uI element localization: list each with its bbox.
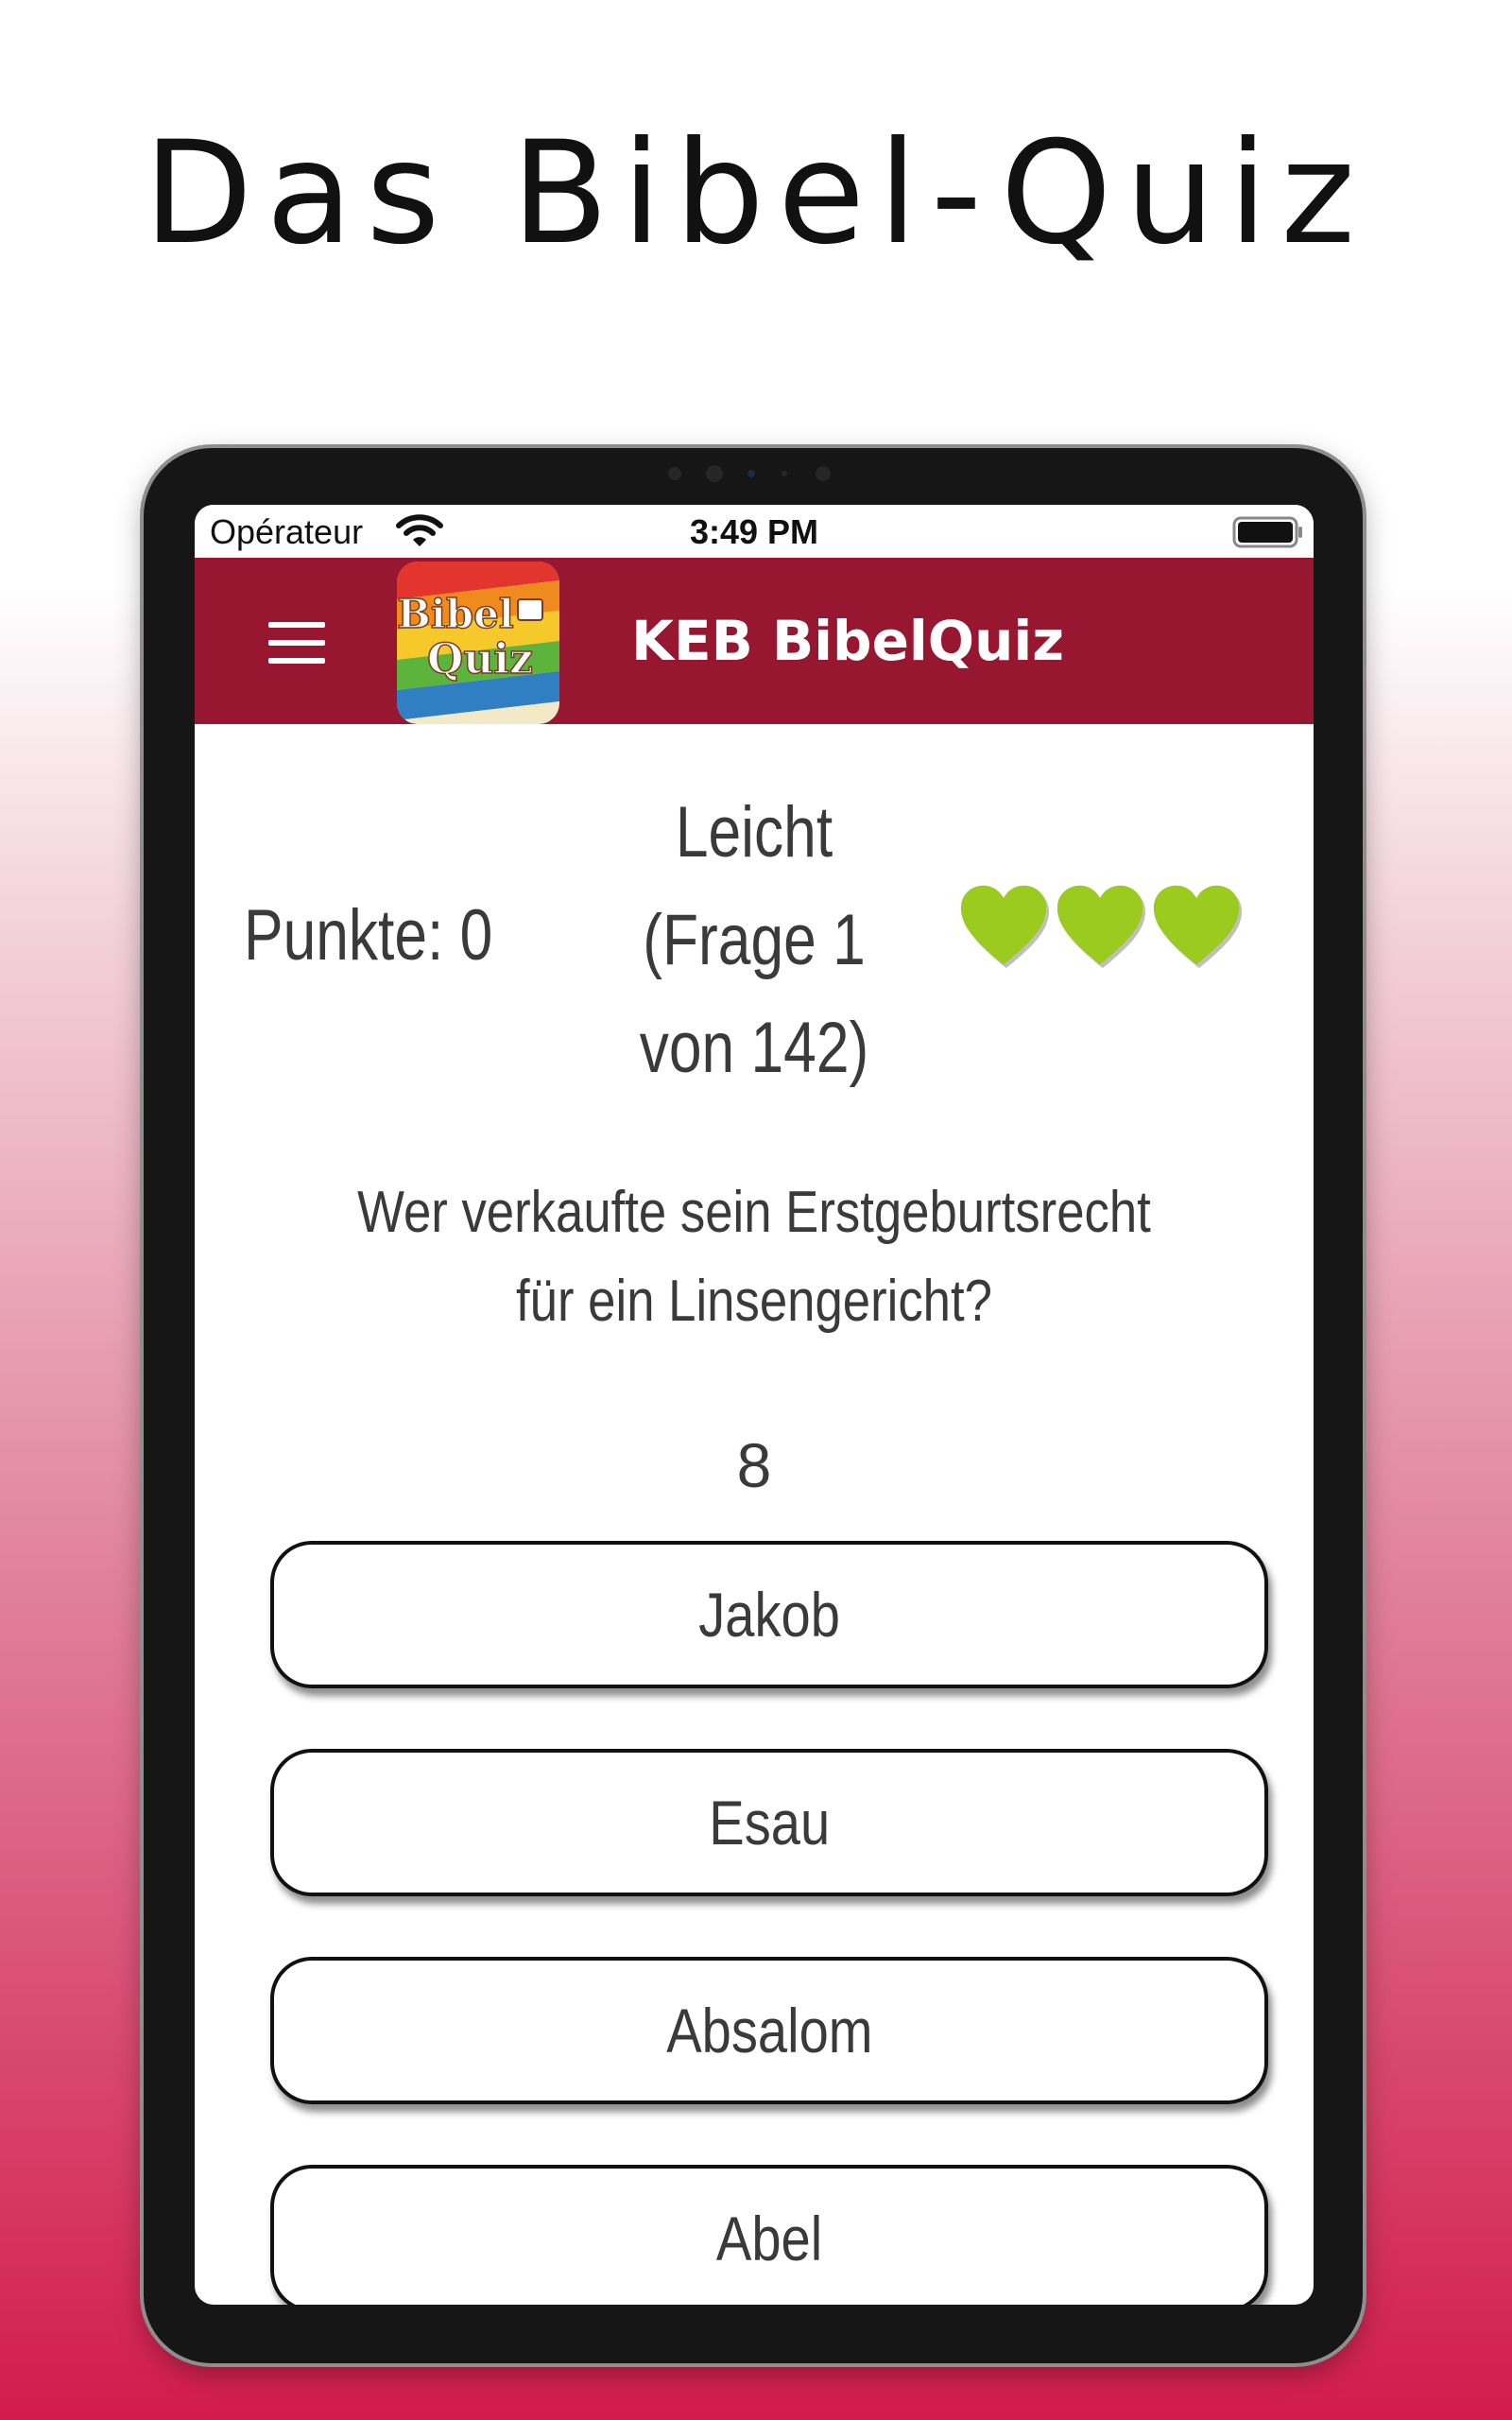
status-time: 3:49 PM bbox=[689, 512, 819, 551]
quiz-content: Punkte: 0 Leicht (Frage 1 von 142) Wer v… bbox=[195, 724, 1314, 2305]
level-name: Leicht bbox=[675, 792, 833, 873]
answer-label: Jakob bbox=[698, 1580, 840, 1650]
app-logo-icon: Bibel Quiz bbox=[397, 562, 559, 724]
status-bar: Opérateur 3:49 PM bbox=[195, 505, 1314, 558]
camera-bar bbox=[668, 463, 838, 484]
app-title: KEB BibelQuiz bbox=[631, 609, 1065, 673]
answer-label: Absalom bbox=[665, 1996, 873, 2066]
camera-dot bbox=[782, 471, 787, 476]
camera-dot bbox=[706, 465, 723, 482]
score-label: Punkte: 0 bbox=[244, 895, 493, 976]
camera-dot bbox=[668, 467, 681, 480]
answer-label: Esau bbox=[709, 1788, 830, 1858]
countdown-timer: 8 bbox=[736, 1430, 772, 1500]
answer-label: Abel bbox=[715, 2204, 823, 2273]
heart-icon bbox=[1057, 885, 1145, 968]
heart-icon bbox=[1153, 885, 1242, 968]
answer-button-1[interactable]: Jakob bbox=[270, 1541, 1268, 1688]
logo-text-line2: Quiz bbox=[427, 635, 533, 683]
app-bar: Bibel Quiz KEB BibelQuiz bbox=[195, 558, 1314, 724]
logo-text-line1: Bibel bbox=[397, 591, 514, 637]
promo-headline: Das Bibel-Quiz bbox=[143, 112, 1369, 276]
answer-button-4[interactable]: Abel bbox=[270, 2165, 1268, 2305]
question-counter-line2: von 142) bbox=[639, 1008, 869, 1088]
camera-dot bbox=[816, 466, 831, 481]
camera-dot bbox=[747, 470, 755, 477]
battery-icon bbox=[1232, 516, 1302, 548]
lives-indicator bbox=[958, 881, 1261, 976]
device-screen: Opérateur 3:49 PM Bibel Quiz KEB BibelQu… bbox=[195, 505, 1314, 2305]
app-logo-graphic: Bibel Quiz bbox=[397, 562, 559, 724]
level-info: Leicht (Frage 1 von 142) bbox=[599, 779, 909, 1102]
question-counter-line1: (Frage 1 bbox=[643, 900, 866, 980]
menu-icon[interactable] bbox=[268, 622, 325, 664]
heart-icon bbox=[960, 885, 1049, 968]
tablet-frame: Opérateur 3:49 PM Bibel Quiz KEB BibelQu… bbox=[144, 448, 1363, 2363]
answer-button-3[interactable]: Absalom bbox=[270, 1957, 1268, 2104]
answer-button-2[interactable]: Esau bbox=[270, 1749, 1268, 1896]
question-text: Wer verkaufte sein Erstgeburtsrecht für … bbox=[357, 1180, 1151, 1334]
